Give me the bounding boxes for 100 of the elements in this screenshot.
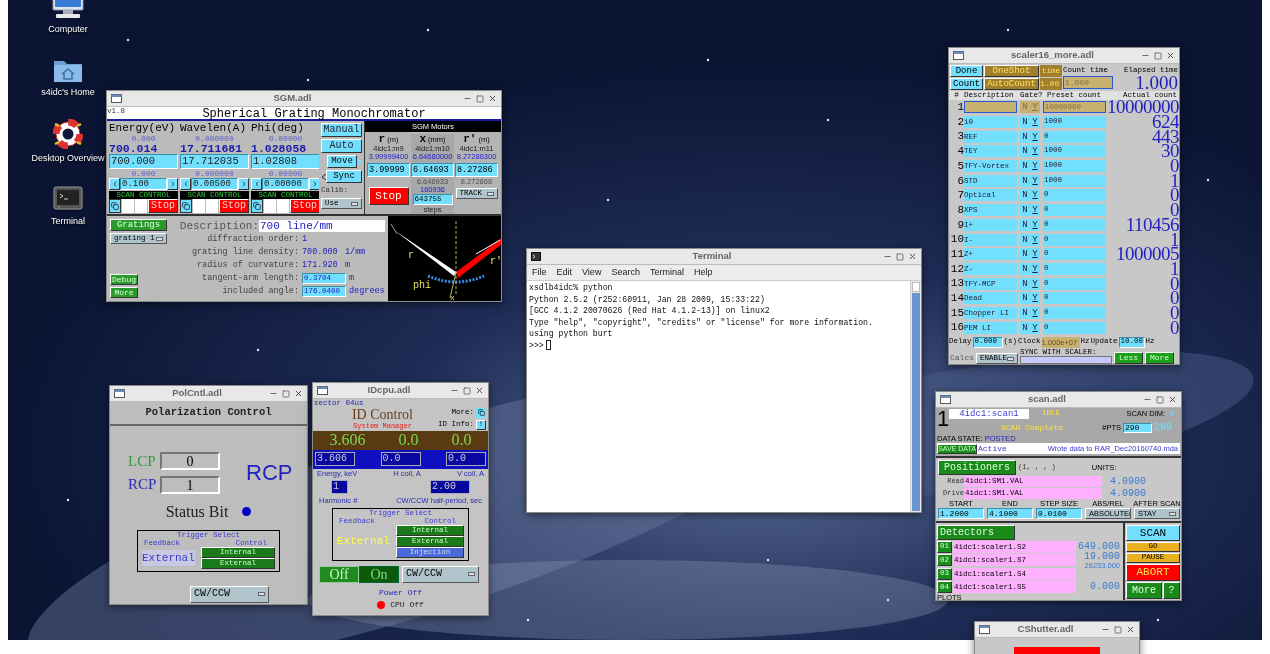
power-toggle[interactable]: On (359, 565, 399, 583)
scan-window-button[interactable] (251, 199, 263, 213)
power-toggle[interactable]: Off (319, 565, 359, 583)
gate-yes-button[interactable]: Y (1030, 262, 1040, 275)
maximize-icon[interactable] (1114, 625, 1122, 634)
menu-item[interactable]: Edit (556, 265, 573, 280)
gate-no-button[interactable]: N (1020, 306, 1030, 319)
close-icon[interactable] (475, 386, 484, 395)
maximize-icon[interactable] (896, 252, 904, 261)
gate-no-button[interactable]: N (1020, 277, 1030, 290)
close-icon[interactable] (1166, 51, 1175, 60)
gate-no-button[interactable]: N (1020, 248, 1030, 261)
motor-setpoint-field[interactable]: 6.64693 (411, 163, 454, 178)
gate-no-button[interactable]: N (1020, 262, 1030, 275)
gate-no-button[interactable]: N (1020, 292, 1030, 305)
increment-button[interactable] (167, 178, 178, 190)
gate-no-button[interactable]: N (1020, 204, 1030, 217)
menu-item[interactable]: View (582, 265, 602, 280)
points-field[interactable]: 290 (1123, 422, 1152, 433)
mode-button[interactable]: Auto (321, 139, 362, 153)
gate-yes-button[interactable]: Y (1030, 204, 1040, 217)
setpoint-field[interactable]: 0.0 (446, 452, 486, 466)
period-field[interactable]: 2.00 (430, 479, 470, 494)
gate-yes-button[interactable]: Y (1030, 233, 1040, 246)
motor-setpoint-field[interactable]: 8.27286 (455, 163, 498, 178)
decrement-button[interactable] (109, 178, 120, 190)
range-field[interactable]: 0.0100 (1036, 508, 1082, 519)
stop-button[interactable]: Stop (368, 187, 409, 206)
gate-yes-button[interactable]: Y (1030, 130, 1040, 143)
count-button[interactable]: Count (950, 78, 983, 90)
gate-yes-button[interactable]: Y (1030, 218, 1040, 231)
increment-button[interactable] (238, 178, 249, 190)
gate-no-button[interactable]: N (1020, 130, 1030, 143)
gate-no-button[interactable]: N (1020, 321, 1030, 334)
description-field[interactable]: 700 line/mm (259, 220, 385, 233)
scrollbar[interactable] (910, 281, 921, 512)
gate-no-button[interactable]: N (1020, 189, 1030, 202)
gate-no-button[interactable]: N (1020, 174, 1030, 187)
range-field[interactable]: 4.1000 (987, 508, 1033, 519)
range-field[interactable]: 1.2000 (938, 508, 984, 519)
scan-window-button[interactable] (180, 199, 192, 213)
menu-item[interactable]: Search (611, 265, 640, 280)
setpoint-field[interactable]: 1.02808 (251, 154, 320, 169)
menu-button[interactable]: CW/CCW (190, 585, 269, 603)
setpoint-field[interactable]: 17.712035 (180, 154, 249, 169)
motor-setpoint-field[interactable]: 3.99999 (367, 163, 410, 178)
sync-button[interactable]: Sync (326, 170, 362, 183)
step-field[interactable]: 0.00000 (262, 178, 309, 190)
detectors-button[interactable]: Detectors (937, 525, 1015, 540)
desktop-icon-label[interactable]: s4idc's Home (41, 85, 95, 99)
gate-yes-button[interactable]: Y (1030, 321, 1040, 334)
gate-yes-button[interactable]: Y (1030, 248, 1040, 261)
gate-no-button[interactable]: N (1020, 218, 1030, 231)
description-field[interactable] (964, 101, 1017, 114)
gate-yes-button[interactable]: Y (1030, 189, 1040, 202)
step-field[interactable]: 0.100 (120, 178, 167, 190)
gate-no-button[interactable]: N (1020, 233, 1030, 246)
maximize-icon[interactable] (1154, 51, 1162, 60)
gate-no-button[interactable]: N (1020, 145, 1030, 158)
setpoint-field[interactable]: 0.0 (380, 452, 421, 466)
harmonic-field[interactable]: 1 (331, 479, 348, 494)
scan-button[interactable]: SCAN (1126, 525, 1180, 541)
maximize-icon[interactable] (1156, 395, 1164, 404)
scan-window-button[interactable] (109, 199, 121, 213)
step-field[interactable]: 0.00500 (191, 178, 238, 190)
more-button[interactable]: More (1126, 582, 1162, 599)
maximize-icon[interactable] (476, 94, 484, 103)
gate-yes-button[interactable]: Y (1030, 145, 1040, 158)
setpoint-field[interactable]: 700.000 (109, 154, 178, 169)
setpoint-field[interactable]: 3.606 (315, 452, 355, 466)
desktop-icon-label[interactable]: Desktop Overview (31, 152, 105, 166)
gate-yes-button[interactable]: Y (1030, 306, 1040, 319)
gate-no-button[interactable]: N (1020, 160, 1030, 173)
gate-yes-button[interactable]: Y (1030, 116, 1040, 129)
more-button[interactable] (476, 407, 486, 418)
close-icon[interactable] (488, 94, 497, 103)
computer-icon[interactable] (51, 0, 85, 20)
menu-item[interactable]: File (532, 265, 547, 280)
gate-yes-button[interactable]: Y (1030, 174, 1040, 187)
decrement-button[interactable] (251, 178, 262, 190)
mode-button[interactable]: Manual (321, 123, 362, 137)
menu-item[interactable]: Help (693, 265, 713, 280)
close-icon[interactable] (908, 252, 917, 261)
menu-item[interactable]: Terminal (649, 265, 684, 280)
desktop-icon-label[interactable]: Terminal (51, 214, 85, 228)
maximize-icon[interactable] (282, 389, 290, 398)
decrement-button[interactable] (180, 178, 191, 190)
gate-yes-button[interactable]: Y (1030, 160, 1040, 173)
terminal-icon[interactable] (53, 185, 83, 212)
close-icon[interactable] (1168, 395, 1177, 404)
gate-yes-button[interactable]: Y (1030, 292, 1040, 305)
help-button[interactable]: ? (1163, 582, 1180, 599)
lifebuoy-icon[interactable] (53, 119, 83, 149)
gate-no-button[interactable]: N (1020, 116, 1030, 129)
debug-button[interactable]: Debug (110, 274, 138, 286)
positioners-button[interactable]: Positioners (938, 460, 1016, 475)
menu-button[interactable]: CW/CCW (402, 565, 479, 583)
desktop-icon-label[interactable]: Computer (48, 23, 88, 37)
sync-field[interactable] (1020, 356, 1112, 364)
close-icon[interactable] (294, 389, 303, 398)
